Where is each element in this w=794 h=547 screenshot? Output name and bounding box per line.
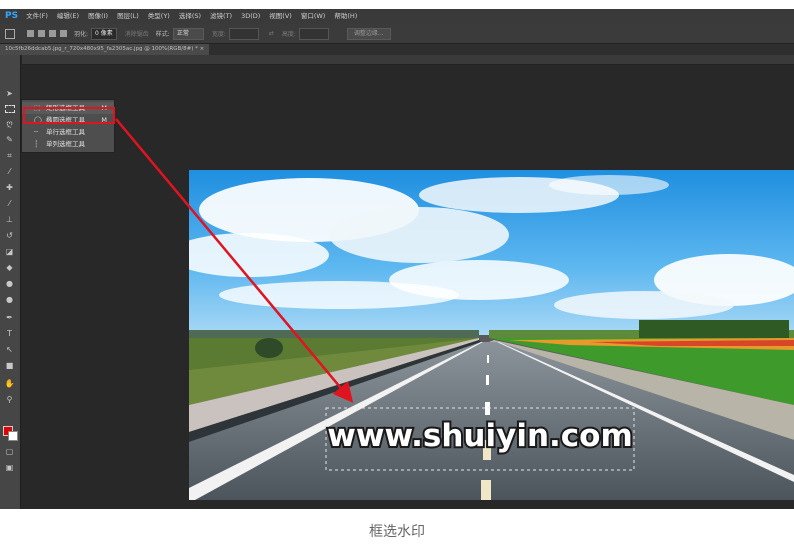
pen-tool-icon[interactable]: ✒: [4, 313, 15, 322]
feather-input[interactable]: 0 像素: [91, 27, 117, 40]
antialias-checkbox[interactable]: 消除锯齿: [125, 29, 149, 38]
type-tool-icon[interactable]: T: [4, 329, 15, 338]
flyout-item-single-row-marquee[interactable]: ┄ 单行选框工具: [22, 126, 114, 138]
menu-view[interactable]: 视图(V): [269, 9, 292, 24]
swap-icon[interactable]: ⇄: [269, 30, 274, 37]
single-row-select-icon: ┄: [34, 128, 39, 136]
tool-preset-icon[interactable]: [5, 28, 15, 39]
flyout-item-label: 单列选框工具: [46, 140, 85, 148]
toolbox: ➤ ღ ✎ ⌗ ⁄ ✚ ⁄ ⊥ ↺ ◪ ◆ ● ● ✒ T ↖ ■ ✋ ⚲ ▢ …: [0, 55, 21, 509]
lasso-tool-icon[interactable]: ღ: [4, 119, 15, 128]
height-input[interactable]: [298, 27, 329, 40]
menu-type[interactable]: 类型(Y): [148, 9, 170, 24]
document-tab-bar: 10c5fb26ddcab5.jpg_r_720x480x95_fa2305ac…: [0, 44, 794, 55]
feather-label: 羽化:: [74, 31, 89, 38]
dodge-tool-icon[interactable]: ●: [4, 295, 15, 304]
refine-edge-button[interactable]: 调整边缘...: [346, 27, 391, 40]
healing-brush-tool-icon[interactable]: ✚: [4, 183, 15, 192]
subtract-selection-icon[interactable]: [49, 30, 56, 37]
horizontal-ruler: [22, 55, 794, 65]
document-tab[interactable]: 10c5fb26ddcab5.jpg_r_720x480x95_fa2305ac…: [0, 44, 210, 55]
menu-layer[interactable]: 图层(L): [117, 9, 139, 24]
options-bar: 羽化: 0 像素 消除锯齿 样式: 正常 宽度: ⇄ 高度: 调整边缘...: [0, 24, 794, 44]
tab-close-icon[interactable]: ×: [200, 46, 205, 52]
hand-tool-icon[interactable]: ✋: [4, 379, 15, 388]
move-tool-icon[interactable]: ➤: [4, 89, 15, 98]
add-selection-icon[interactable]: [38, 30, 45, 37]
history-brush-tool-icon[interactable]: ↺: [4, 231, 15, 240]
crop-tool-icon[interactable]: ⌗: [4, 151, 15, 160]
quick-select-tool-icon[interactable]: ✎: [4, 135, 15, 144]
document-canvas: www.shuiyin.com: [189, 170, 794, 500]
blur-tool-icon[interactable]: ●: [4, 279, 15, 288]
eraser-tool-icon[interactable]: ◪: [4, 247, 15, 256]
flyout-item-label: 单行选框工具: [46, 128, 85, 136]
annotation-highlight-box: [23, 107, 115, 124]
menu-filter[interactable]: 滤镜(T): [210, 9, 232, 24]
zoom-tool-icon[interactable]: ⚲: [4, 395, 15, 404]
clone-stamp-tool-icon[interactable]: ⊥: [4, 215, 15, 224]
menu-bar: PS 文件(F) 编辑(E) 图像(I) 图层(L) 类型(Y) 选择(S) 滤…: [0, 9, 794, 24]
marquee-tool-icon[interactable]: [5, 105, 15, 113]
height-label: 高度:: [281, 31, 296, 38]
background-color-swatch[interactable]: [8, 431, 18, 441]
watermark-text: www.shuiyin.com: [327, 418, 633, 454]
document-tab-title: 10c5fb26ddcab5.jpg_r_720x480x95_fa2305ac…: [5, 46, 198, 52]
photoshop-logo: PS: [5, 11, 19, 21]
eyedropper-tool-icon[interactable]: ⁄: [4, 167, 15, 176]
new-selection-icon[interactable]: [27, 30, 34, 37]
road-photo: www.shuiyin.com: [189, 170, 794, 500]
style-select[interactable]: 正常: [172, 27, 204, 40]
screen-mode-icon[interactable]: ▣: [4, 463, 15, 472]
menu-help[interactable]: 帮助(H): [334, 9, 357, 24]
menu-file[interactable]: 文件(F): [26, 9, 48, 24]
menu-3d[interactable]: 3D(D): [241, 9, 260, 24]
figure-caption: 框选水印: [369, 524, 425, 540]
menu-select[interactable]: 选择(S): [179, 9, 201, 24]
rectangle-tool-icon[interactable]: ■: [4, 361, 15, 370]
width-label: 宽度:: [211, 31, 226, 38]
quick-mask-icon[interactable]: ▢: [4, 447, 15, 456]
style-label: 样式:: [155, 31, 170, 38]
menu-edit[interactable]: 编辑(E): [57, 9, 79, 24]
brush-tool-icon[interactable]: ⁄: [4, 199, 15, 208]
flyout-item-single-column-marquee[interactable]: ┆ 单列选框工具: [22, 138, 114, 150]
intersect-selection-icon[interactable]: [60, 30, 67, 37]
menu-image[interactable]: 图像(I): [88, 9, 108, 24]
path-select-tool-icon[interactable]: ↖: [4, 345, 15, 354]
single-column-select-icon: ┆: [34, 140, 39, 148]
paint-bucket-tool-icon[interactable]: ◆: [4, 263, 15, 272]
width-input[interactable]: [228, 27, 259, 40]
menu-window[interactable]: 窗口(W): [301, 9, 326, 24]
